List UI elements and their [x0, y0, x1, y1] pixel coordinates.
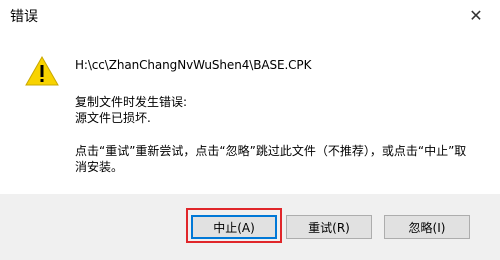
dialog-content: H:\cc\ZhanChangNvWuShen4\BASE.CPK 复制文件时发… [0, 32, 500, 194]
title-bar: 错误 ✕ [0, 0, 500, 32]
abort-button[interactable]: 中止(A) [191, 215, 277, 239]
error-dialog: 错误 ✕ H:\cc\ZhanChangNvWuShen4\BASE.CPK 复… [0, 0, 500, 260]
instructions-text: 点击“重试”重新尝试，点击“忽略”跳过此文件（不推荐），或点击“中止”取消安装。 [75, 144, 467, 174]
close-button[interactable]: ✕ [454, 0, 498, 30]
button-bar: 中止(A) 重试(R) 忽略(I) [0, 194, 500, 260]
error-message-line1: 复制文件时发生错误: [75, 95, 188, 109]
window-title: 错误 [10, 9, 38, 25]
error-message-line2: 源文件已损坏. [75, 111, 151, 125]
retry-button[interactable]: 重试(R) [286, 215, 372, 239]
close-icon: ✕ [469, 5, 483, 25]
file-path: H:\cc\ZhanChangNvWuShen4\BASE.CPK [75, 58, 312, 72]
ignore-button[interactable]: 忽略(I) [384, 215, 470, 239]
warning-icon [25, 56, 59, 86]
